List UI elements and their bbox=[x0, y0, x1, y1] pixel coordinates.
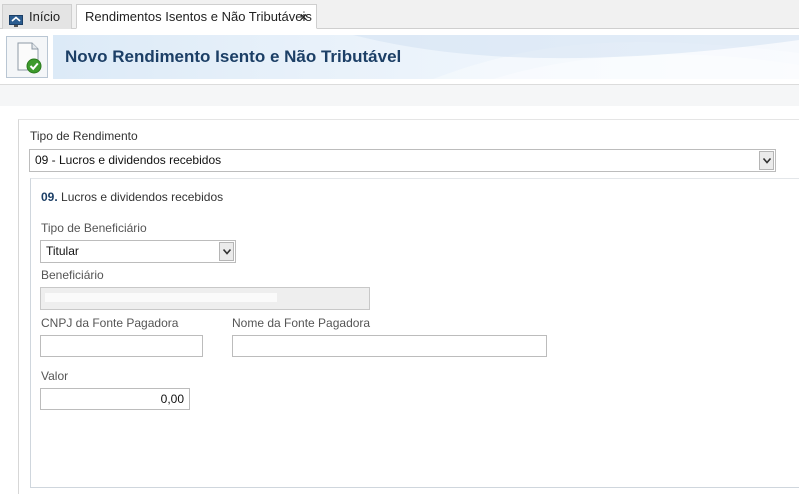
cnpj-label: CNPJ da Fonte Pagadora bbox=[41, 316, 179, 330]
beneficiario-inner-bar bbox=[45, 293, 277, 302]
tab-home[interactable]: Início bbox=[2, 4, 72, 29]
document-check-icon bbox=[6, 36, 48, 78]
tab-rendimentos-label: Rendimentos Isentos e Não Tributáveis bbox=[85, 9, 312, 24]
section-number: 09. bbox=[41, 190, 58, 204]
page-title: Novo Rendimento Isento e Não Tributável bbox=[65, 47, 402, 66]
title-band: Novo Rendimento Isento e Não Tributável bbox=[53, 35, 799, 79]
tab-rendimentos-isentos[interactable]: Rendimentos Isentos e Não Tributáveis × bbox=[76, 4, 317, 29]
chevron-down-icon[interactable] bbox=[219, 242, 234, 261]
cnpj-field[interactable] bbox=[40, 335, 203, 357]
tipo-rendimento-select[interactable]: 09 - Lucros e dividendos recebidos bbox=[29, 149, 776, 172]
tab-bar: Início Rendimentos Isentos e Não Tributá… bbox=[0, 0, 799, 29]
tipo-rendimento-value: 09 - Lucros e dividendos recebidos bbox=[35, 153, 222, 167]
section-title: 09. Lucros e dividendos recebidos bbox=[41, 190, 223, 204]
close-icon[interactable]: × bbox=[300, 5, 307, 29]
page-header: Novo Rendimento Isento e Não Tributável bbox=[0, 29, 799, 83]
tipo-beneficiario-label: Tipo de Beneficiário bbox=[41, 221, 147, 235]
tipo-beneficiario-value: Titular bbox=[46, 244, 79, 258]
tipo-beneficiario-select[interactable]: Titular bbox=[40, 240, 236, 263]
nome-fonte-label: Nome da Fonte Pagadora bbox=[232, 316, 371, 330]
tipo-rendimento-label: Tipo de Rendimento bbox=[30, 129, 138, 143]
beneficiario-label: Beneficiário bbox=[41, 268, 104, 282]
nome-fonte-field[interactable] bbox=[232, 335, 547, 357]
chevron-down-icon[interactable] bbox=[759, 151, 774, 170]
valor-label: Valor bbox=[41, 369, 69, 383]
valor-field[interactable] bbox=[40, 388, 190, 410]
tab-home-label: Início bbox=[29, 9, 61, 24]
separator-band bbox=[0, 84, 799, 106]
home-monitor-icon bbox=[9, 11, 23, 27]
section-title-text: Lucros e dividendos recebidos bbox=[57, 190, 224, 204]
